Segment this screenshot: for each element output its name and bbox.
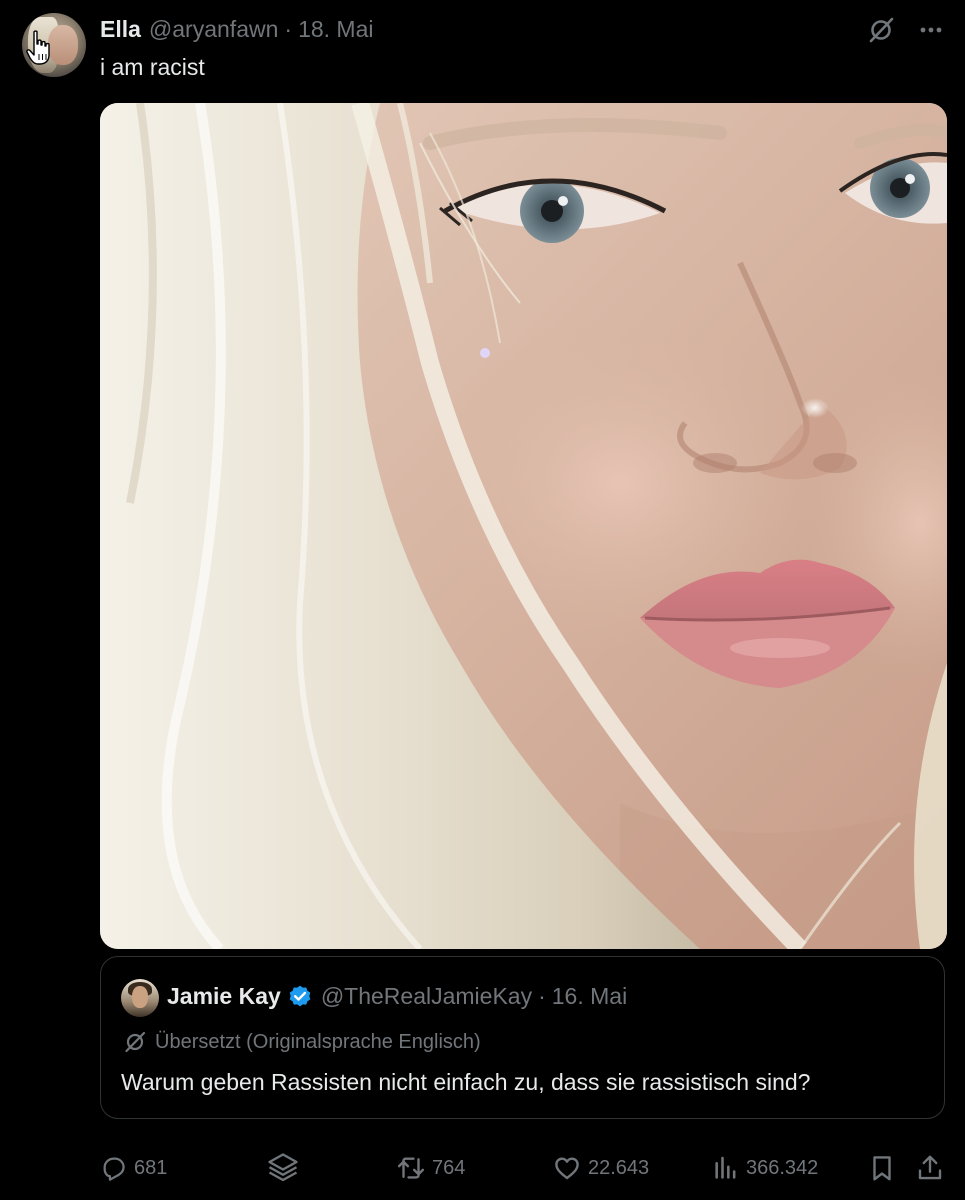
quote-author-display-name[interactable]: Jamie Kay — [167, 983, 281, 1010]
avatar-face — [48, 25, 78, 65]
quote-avatar-face — [132, 986, 148, 1008]
verified-badge-icon — [289, 985, 311, 1006]
quote-header: Jamie Kay @TheRealJamieKay · 16. Mai — [167, 983, 627, 1010]
heart-icon — [555, 1157, 579, 1180]
hand-pointer-cursor-icon — [26, 30, 50, 65]
tweet-header: Ella @aryanfawn · 18. Mai — [100, 16, 374, 46]
quote-date[interactable]: 16. Mai — [552, 983, 627, 1010]
quote-text: Warum geben Rassisten nicht einfach zu, … — [121, 1069, 811, 1095]
translated-notice[interactable]: Übersetzt (Originalsprache Englisch) — [123, 1030, 481, 1054]
views-icon — [715, 1156, 736, 1179]
view-count: 366.342 — [746, 1156, 819, 1179]
retweet-icon — [397, 1157, 425, 1179]
quote-header-separator: · — [538, 983, 546, 1009]
quote-author-handle[interactable]: @TheRealJamieKay — [321, 983, 532, 1010]
share-icon — [918, 1155, 942, 1180]
tweet-text: i am racist — [100, 54, 205, 80]
views-button[interactable]: 366.342 — [712, 1150, 818, 1186]
tweet-date[interactable]: 18. Mai — [298, 16, 373, 43]
retweet-count: 764 — [432, 1156, 466, 1179]
author-display-name[interactable]: Ella — [100, 16, 141, 43]
like-count: 22.643 — [588, 1156, 650, 1179]
share-button[interactable] — [915, 1150, 951, 1186]
translate-icon[interactable] — [865, 14, 897, 46]
layers-icon — [268, 1153, 298, 1182]
tweet-top-actions — [865, 14, 947, 46]
retweet-button[interactable]: 764 — [396, 1150, 465, 1186]
translated-label: Übersetzt (Originalsprache Englisch) — [155, 1030, 481, 1053]
author-handle[interactable]: @aryanfawn — [149, 16, 278, 43]
translate-icon — [125, 1031, 146, 1053]
bookmark-button[interactable] — [867, 1150, 903, 1186]
header-separator: · — [284, 16, 293, 42]
layers-button[interactable] — [265, 1150, 307, 1186]
like-button[interactable]: 22.643 — [552, 1150, 649, 1186]
reply-count: 681 — [134, 1156, 168, 1179]
tweet-photo[interactable] — [100, 103, 947, 949]
reply-button[interactable]: 681 — [100, 1150, 167, 1186]
tweet-action-bar: 681 764 22.643 366.342 — [100, 1150, 950, 1186]
reply-icon — [103, 1157, 125, 1181]
tweet[interactable]: Ella @aryanfawn · 18. Mai i am racist Ja… — [0, 0, 965, 1200]
quoted-tweet[interactable]: Jamie Kay @TheRealJamieKay · 16. Mai Übe… — [100, 956, 945, 1119]
bookmark-icon — [873, 1156, 891, 1181]
quote-author-avatar[interactable] — [121, 979, 159, 1017]
more-icon[interactable] — [915, 14, 947, 46]
